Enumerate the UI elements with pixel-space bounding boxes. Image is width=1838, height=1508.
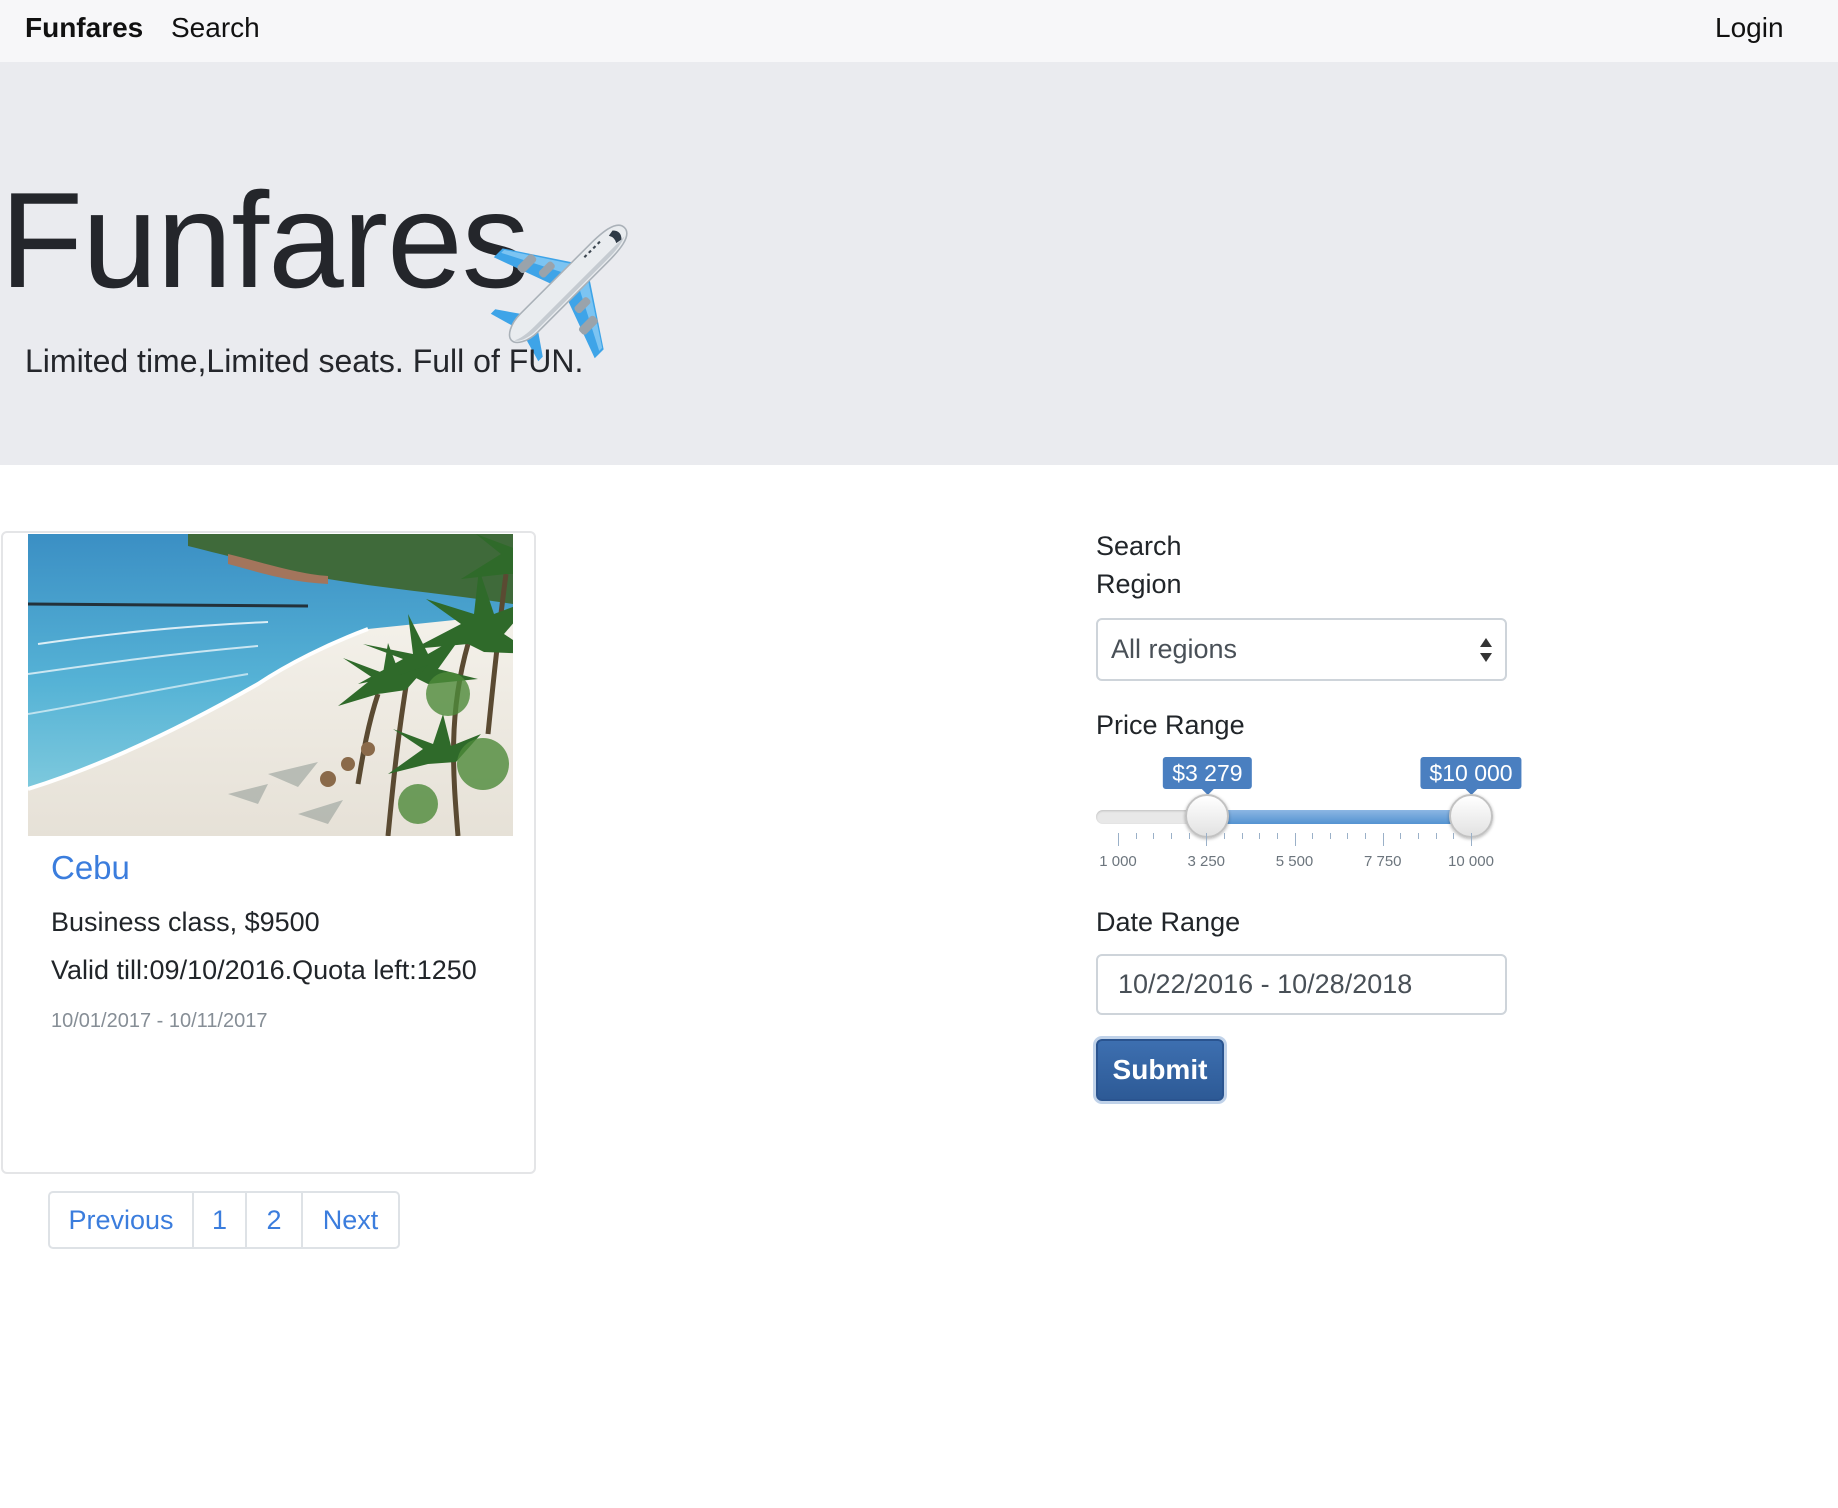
slider-tick [1223,833,1225,839]
slider-tick [1118,833,1119,846]
region-select-value: All regions [1111,634,1238,664]
tick-label: 1 000 [1099,853,1137,870]
slider-tick [1453,833,1455,839]
price-range-label: Price Range [1096,710,1245,740]
navbar-brand[interactable]: Funfares [25,12,143,44]
nav-login-link[interactable]: Login [1715,12,1784,44]
select-arrows-icon [1480,638,1492,662]
price-min-tooltip: $3 279 [1163,757,1252,795]
nav-search-link[interactable]: Search [171,12,260,44]
tick-label: 3 250 [1187,853,1226,870]
slider-tick [1206,833,1208,846]
page-2[interactable]: 2 [247,1193,303,1247]
slider-tick [1153,833,1155,839]
submit-button[interactable]: Submit [1096,1039,1224,1101]
deal-card: Cebu Business class, $9500 Valid till:09… [1,531,536,1174]
slider-tick [1365,833,1367,839]
price-max-handle[interactable] [1449,794,1493,838]
card-fare-class: Business class, $9500 [51,907,320,937]
slider-tick [1471,833,1472,846]
page-1[interactable]: 1 [194,1193,247,1247]
hero-title: Funfares [0,164,530,316]
tick-label: 7 750 [1363,853,1402,870]
search-heading: Search [1096,531,1182,561]
slider-tick [1259,833,1261,839]
price-max-tooltip: $10 000 [1420,757,1522,795]
slider-tick [1347,833,1349,839]
price-range-slider[interactable]: $3 279 $10 000 1 000 3 250 5 500 7 750 1… [1096,755,1546,875]
slider-tick [1312,833,1314,839]
hero-jumbotron: Funfares Limited time,Limited seats. Ful… [0,62,1838,465]
slider-tick [1382,833,1384,846]
card-date-range: 10/01/2017 - 10/11/2017 [51,1010,268,1032]
slider-tick [1294,833,1296,846]
slider-tick [1241,833,1243,839]
slider-tick [1400,833,1402,839]
date-range-input[interactable] [1096,954,1507,1015]
slider-tick [1276,833,1278,839]
slider-tick [1418,833,1420,839]
region-select[interactable]: All regions [1096,618,1507,681]
region-label: Region [1096,569,1182,599]
tick-label: 5 500 [1275,853,1314,870]
card-validity: Valid till:09/10/2016.Quota left:1250 [51,955,477,985]
slider-tick [1188,833,1190,839]
page-previous[interactable]: Previous [50,1193,194,1247]
slider-tick [1329,833,1331,839]
slider-selection [1207,810,1471,824]
beach-photo [28,534,513,836]
pagination: Previous 1 2 Next [48,1191,400,1249]
tick-label: 10 000 [1448,853,1494,870]
date-range-label: Date Range [1096,907,1241,937]
hero-subtitle: Limited time,Limited seats. Full of FUN. [25,343,584,379]
card-title-link[interactable]: Cebu [51,849,130,887]
navbar: Funfares Search Login [0,0,1838,62]
slider-tick [1135,833,1137,839]
price-min-handle[interactable] [1185,794,1230,838]
page-next[interactable]: Next [303,1193,398,1247]
slider-tick [1170,833,1172,839]
slider-tick [1435,833,1437,839]
